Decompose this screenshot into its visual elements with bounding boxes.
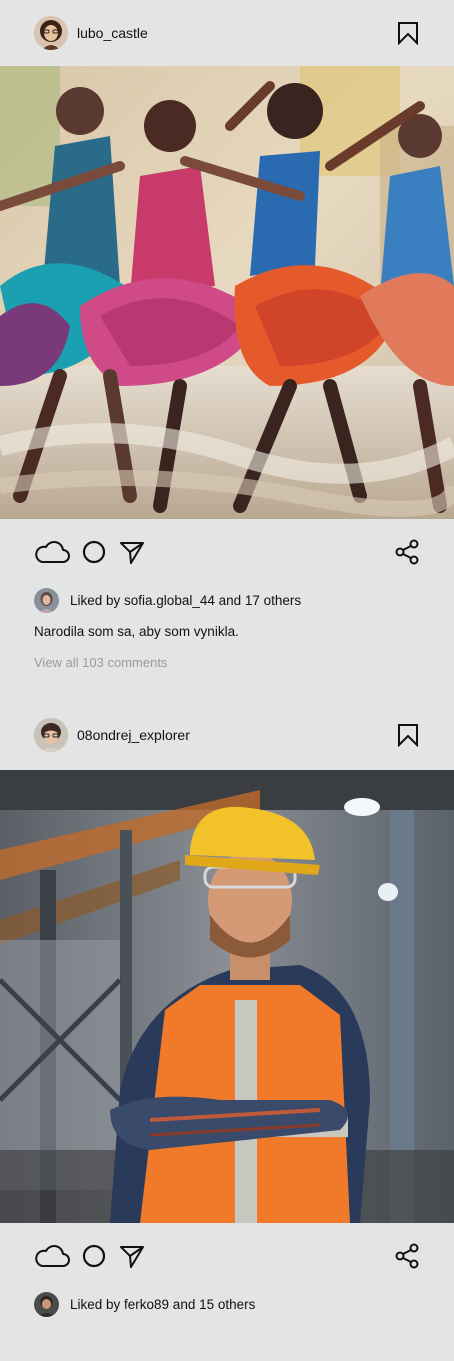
post-header: 08ondrej_explorer [0,700,454,770]
avatar[interactable] [34,718,68,752]
post-header: lubo_castle [0,0,454,66]
liker-avatar[interactable] [34,1291,59,1317]
likes-text[interactable]: Liked by ferko89 and 15 others [70,1297,255,1312]
username[interactable]: lubo_castle [77,25,148,41]
post: lubo_castle Liked by sofia.global_44 and… [0,0,454,700]
post-actions [0,519,454,585]
cloud-icon[interactable] [34,1242,70,1270]
post-actions [0,1223,454,1289]
comment-icon[interactable] [80,538,108,566]
post: 08ondrej_explorer Liked by ferko89 and 1… [0,700,454,1361]
share-icon[interactable] [394,1243,420,1269]
liker-avatar[interactable] [34,587,59,613]
feed: lubo_castle Liked by sofia.global_44 and… [0,0,454,1361]
bookmark-icon[interactable] [396,723,420,747]
post-caption: Narodila som sa, aby som vynikla. [34,624,239,639]
username[interactable]: 08ondrej_explorer [77,727,190,743]
likes-text[interactable]: Liked by sofia.global_44 and 17 others [70,593,301,608]
post-image[interactable] [0,770,454,1223]
bookmark-icon[interactable] [396,21,420,45]
cloud-icon[interactable] [34,538,70,566]
share-icon[interactable] [394,539,420,565]
send-icon[interactable] [118,538,146,566]
send-icon[interactable] [118,1242,146,1270]
likes-row: Liked by ferko89 and 15 others [0,1289,454,1319]
view-comments-link[interactable]: View all 103 comments [0,655,454,670]
post-image[interactable] [0,66,454,519]
comment-icon[interactable] [80,1242,108,1270]
avatar[interactable] [34,16,68,50]
likes-row: Liked by sofia.global_44 and 17 others [0,585,454,615]
